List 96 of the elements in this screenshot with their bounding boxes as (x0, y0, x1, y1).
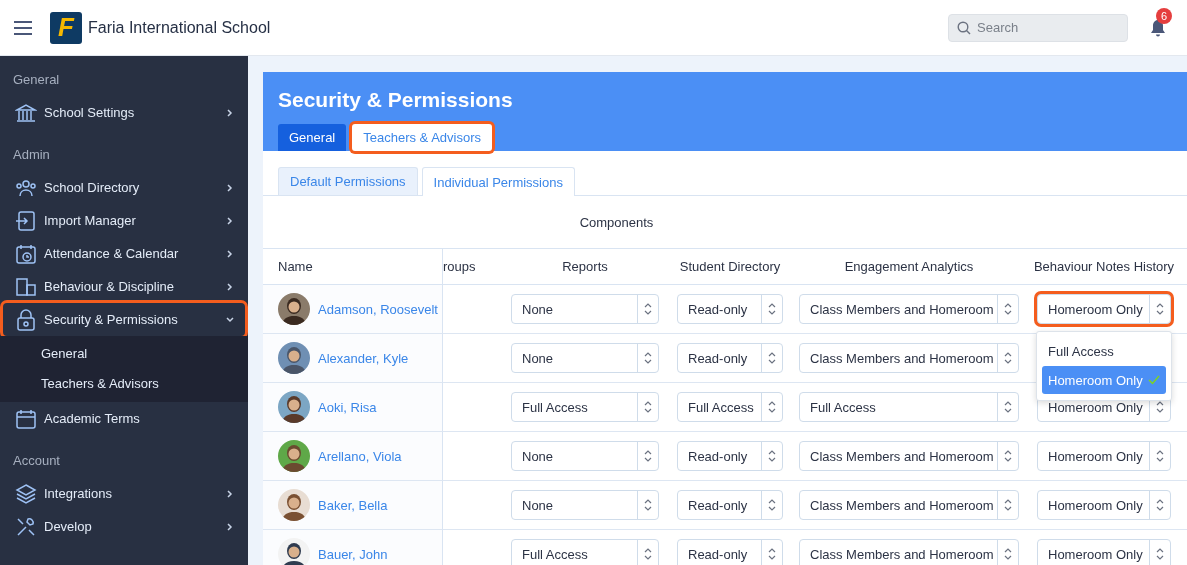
dropdown-option[interactable]: Full Access (1042, 336, 1166, 366)
column-header: Student Directory (679, 259, 781, 274)
select-field[interactable]: Class Members and Homeroom (799, 490, 1019, 520)
up-down-icon (1156, 498, 1164, 512)
subtab[interactable]: Individual Permissions (421, 167, 575, 196)
check-icon (1148, 375, 1160, 385)
person-name-link[interactable]: Alexander, Kyle (318, 350, 409, 366)
sidebar-item[interactable]: Integrations (3, 477, 245, 510)
chevron-right-icon (225, 215, 235, 226)
person-name-link[interactable]: Bauer, John (318, 546, 388, 562)
column-group-header: Components (578, 213, 655, 232)
calendar-clock-icon (15, 242, 37, 265)
column-header: Behaviour Notes History (1033, 259, 1175, 274)
up-down-icon (768, 302, 776, 316)
up-down-icon (1004, 547, 1012, 561)
select-field[interactable]: None (511, 294, 659, 324)
up-down-icon (1156, 302, 1164, 316)
layers-icon (15, 482, 37, 505)
select-field[interactable]: Class Members and Homeroom (799, 294, 1019, 324)
up-down-icon (644, 449, 652, 463)
up-down-icon (1004, 498, 1012, 512)
select-field[interactable]: Full Access (677, 392, 783, 422)
select-field[interactable]: Class Members and Homeroom (799, 441, 1019, 471)
page-title: Security & Permissions (278, 87, 514, 113)
section-label: Account (12, 452, 61, 470)
chevron-right-icon (225, 182, 235, 193)
up-down-icon (1156, 400, 1164, 414)
person-name-link[interactable]: Aoki, Risa (318, 399, 377, 415)
select-field[interactable]: Full Access (511, 539, 659, 565)
sidebar-item[interactable]: Import Manager (3, 204, 245, 237)
chevron-right-icon (225, 248, 235, 259)
lock-icon (15, 308, 37, 331)
chevron-right-icon (225, 281, 235, 292)
person-name-link[interactable]: Arellano, Viola (318, 448, 402, 464)
select-field[interactable]: Homeroom Only (1037, 441, 1171, 471)
column-header: Reports (562, 259, 608, 274)
up-down-icon (644, 498, 652, 512)
up-down-icon (768, 449, 776, 463)
chevron-down-icon (225, 314, 235, 325)
select-field[interactable]: None (511, 343, 659, 373)
up-down-icon (644, 351, 652, 365)
school-logo: F (50, 11, 82, 44)
up-down-icon (644, 302, 652, 316)
sidebar-item[interactable]: Security & Permissions (3, 303, 245, 336)
up-down-icon (1156, 547, 1164, 561)
column-header: roups (443, 259, 476, 274)
section-label: Admin (12, 146, 51, 164)
up-down-icon (1004, 351, 1012, 365)
tab[interactable]: General (278, 124, 347, 151)
windows-icon (15, 275, 37, 298)
submenu-item[interactable]: Teachers & Advisors (0, 369, 248, 399)
sidebar-item[interactable]: Develop (3, 510, 245, 543)
up-down-icon (1004, 449, 1012, 463)
select-field[interactable]: Read-only (677, 539, 783, 565)
menu-icon[interactable] (14, 20, 32, 35)
sidebar-item[interactable]: Behaviour & Discipline (3, 270, 245, 303)
up-down-icon (1156, 449, 1164, 463)
select-field[interactable]: Full Access (511, 392, 659, 422)
calendar-icon (15, 407, 37, 430)
up-down-icon (768, 547, 776, 561)
submenu-item[interactable]: General (0, 339, 248, 369)
select-field[interactable]: None (511, 441, 659, 471)
import-icon (15, 209, 37, 232)
person-name-link[interactable]: Baker, Bella (318, 497, 388, 513)
up-down-icon (768, 498, 776, 512)
section-label: General (12, 71, 61, 89)
select-field[interactable]: Read-only (677, 343, 783, 373)
chevron-right-icon (225, 107, 235, 118)
bank-icon (15, 101, 37, 124)
school-name: Faria International School (88, 18, 271, 37)
select-field[interactable]: Read-only (677, 490, 783, 520)
up-down-icon (768, 351, 776, 365)
up-down-icon (1004, 400, 1012, 414)
notification-badge: 6 (1156, 7, 1172, 24)
select-field[interactable]: Read-only (677, 441, 783, 471)
up-down-icon (1004, 302, 1012, 316)
select-field[interactable]: Class Members and Homeroom (799, 539, 1019, 565)
up-down-icon (644, 547, 652, 561)
sidebar-item[interactable]: School Directory (3, 171, 245, 204)
select-field[interactable]: Homeroom Only (1037, 539, 1171, 565)
sidebar-item[interactable]: Academic Terms (3, 402, 245, 435)
chevron-right-icon (225, 521, 235, 532)
column-header: Name (278, 259, 313, 274)
column-header: Engagement Analytics (844, 259, 974, 274)
select-field[interactable]: Class Members and Homeroom (799, 343, 1019, 373)
sidebar-item[interactable]: School Settings (3, 96, 245, 129)
up-down-icon (644, 400, 652, 414)
tab[interactable]: Teachers & Advisors (352, 124, 493, 151)
search-field[interactable]: Search (948, 13, 1128, 42)
chevron-right-icon (225, 488, 235, 499)
select-field[interactable]: None (511, 490, 659, 520)
up-down-icon (768, 400, 776, 414)
select-field[interactable]: Full Access (799, 392, 1019, 422)
sidebar-item[interactable]: Attendance & Calendar (3, 237, 245, 270)
select-field[interactable]: Read-only (677, 294, 783, 324)
select-field[interactable]: Homeroom Only (1037, 490, 1171, 520)
